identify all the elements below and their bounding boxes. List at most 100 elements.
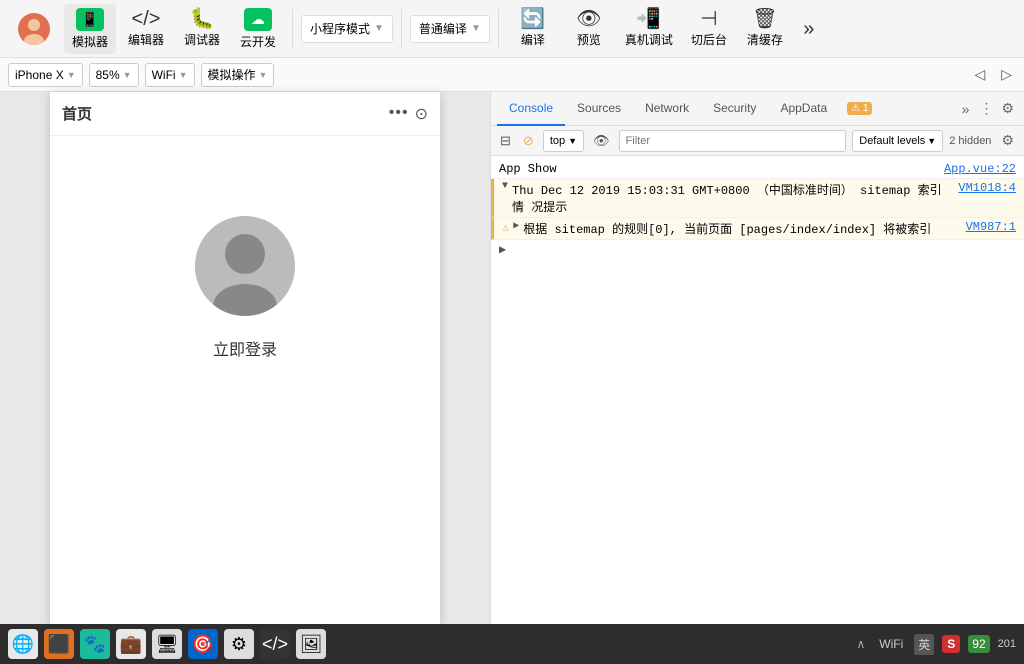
phone-dots-icon[interactable]: •••	[389, 104, 409, 124]
cut-backend-button[interactable]: ⊣ 切后台	[683, 4, 735, 54]
taskbar-arrow-icon[interactable]: ∧	[853, 635, 868, 653]
taskbar-idea[interactable]: 💼	[116, 629, 146, 659]
taskbar-code[interactable]: </>	[260, 629, 290, 659]
taskbar-wifi-icon[interactable]: WiFi	[876, 635, 906, 653]
context-select[interactable]: top ▼	[543, 130, 584, 152]
separator-1	[292, 9, 293, 49]
debug-button[interactable]: 🐛 调试器	[176, 4, 228, 54]
cloud-icon: ☁	[244, 8, 272, 31]
operation-select[interactable]: 模拟操作 ▼	[201, 63, 275, 87]
separator-2	[401, 9, 402, 49]
top-toolbar: 📱 模拟器 </> 编辑器 🐛 调试器 ☁ 云开发 小程序模式 ▼ 普通编译 ▼…	[0, 0, 1024, 58]
console-source-3[interactable]: VM987:1	[966, 220, 1016, 234]
console-eye-icon[interactable]: 👁	[590, 131, 613, 151]
cursor-prompt: ▶	[499, 242, 506, 257]
level-select[interactable]: Default levels ▼	[852, 130, 943, 152]
phone-content: 立即登录	[50, 136, 440, 360]
phone-header: 首页 ••• ⊙	[50, 92, 440, 136]
compile-btn-label: 编译	[521, 31, 545, 48]
taskbar-image[interactable]: 🖼	[296, 629, 326, 659]
level-arrow: ▼	[927, 136, 936, 146]
separator-3	[498, 9, 499, 49]
taskbar-right: ∧ WiFi 英 S 92 201	[853, 634, 1016, 655]
compile-dropdown[interactable]: 普通编译 ▼	[410, 15, 490, 43]
settings-icon[interactable]: ⚙	[997, 98, 1018, 119]
zoom-dropdown-arrow: ▼	[123, 70, 132, 80]
preview-btn-label: 预览	[577, 31, 601, 48]
tab-more-button[interactable]: »	[956, 101, 976, 117]
phone-page-title: 首页	[62, 103, 92, 124]
network-label: WiFi	[152, 68, 176, 82]
preview-button[interactable]: 👁 预览	[563, 4, 615, 54]
expand-arrow-2[interactable]: ▶	[513, 220, 519, 232]
context-value: top	[550, 135, 565, 147]
taskbar-settings[interactable]: ⚙	[224, 629, 254, 659]
console-source-1[interactable]: App.vue:22	[944, 162, 1016, 176]
cut-backend-icon: ⊣	[700, 9, 717, 29]
warn-badge: ⚠ 1	[847, 102, 872, 115]
console-source-2[interactable]: VM1018:4	[958, 181, 1016, 195]
compile-button[interactable]: 🔄 编译	[507, 4, 559, 54]
tab-appdata[interactable]: AppData	[768, 92, 839, 126]
console-row: ▼ Thu Dec 12 2019 15:03:31 GMT+0800 （中国标…	[491, 179, 1024, 218]
device-label: iPhone X	[15, 68, 64, 82]
tab-network[interactable]: Network	[633, 92, 701, 126]
tab-console[interactable]: Console	[497, 92, 565, 126]
clear-cache-icon: 🗑	[752, 9, 777, 29]
taskbar-sougou-icon[interactable]: S	[942, 635, 960, 653]
simulate-icon: 📱	[76, 8, 104, 31]
real-debug-button[interactable]: 📲 真机调试	[619, 4, 679, 54]
mode-dropdown[interactable]: 小程序模式 ▼	[301, 15, 393, 43]
console-expand-icon[interactable]: ⊟	[497, 131, 514, 151]
simulate-button[interactable]: 📱 模拟器	[64, 4, 116, 54]
phone-simulator: 首页 ••• ⊙ 立即登录	[0, 92, 490, 624]
dev-tabs: Console Sources Network Security AppData…	[491, 92, 1024, 126]
avatar-button[interactable]	[8, 4, 60, 54]
login-text[interactable]: 立即登录	[213, 336, 277, 360]
toggle-left-icon[interactable]: ◁	[970, 64, 989, 85]
editor-button[interactable]: </> 编辑器	[120, 4, 172, 54]
dev-panel: Console Sources Network Security AppData…	[490, 92, 1024, 624]
device-select[interactable]: iPhone X ▼	[8, 63, 83, 87]
zoom-select[interactable]: 85% ▼	[89, 63, 139, 87]
second-toolbar: iPhone X ▼ 85% ▼ WiFi ▼ 模拟操作 ▼ ◁ ▷	[0, 58, 1024, 92]
preview-icon: 👁	[576, 9, 601, 29]
more-button[interactable]: »	[795, 4, 823, 54]
console-settings-icon[interactable]: ⚙	[997, 130, 1018, 151]
level-value: Default levels	[859, 135, 925, 147]
cloud-button[interactable]: ☁ 云开发	[232, 4, 284, 54]
tab-sources[interactable]: Sources	[565, 92, 633, 126]
filter-input[interactable]	[619, 130, 847, 152]
console-row: ⚠ ▶ 根据 sitemap 的规则[0], 当前页面 [pages/index…	[491, 218, 1024, 240]
compile-label: 普通编译	[419, 20, 467, 37]
console-row-text: Thu Dec 12 2019 15:03:31 GMT+0800 （中国标准时…	[512, 181, 950, 215]
clear-cache-button[interactable]: 🗑 清缓存	[739, 4, 791, 54]
taskbar-battery-icon[interactable]: 92	[968, 635, 989, 653]
taskbar-orange[interactable]: ⬛	[44, 629, 74, 659]
taskbar-chrome[interactable]: 🌐	[8, 629, 38, 659]
expand-arrow[interactable]: ▼	[502, 181, 508, 192]
cursor-row: ▶	[491, 240, 1024, 259]
toggle-right-icon[interactable]: ▷	[997, 64, 1016, 85]
tab-ellipsis-button[interactable]: ⋮	[975, 98, 997, 119]
more-icon: »	[803, 19, 814, 39]
phone-frame: 首页 ••• ⊙ 立即登录	[50, 92, 440, 624]
taskbar-qq[interactable]: 🐾	[80, 629, 110, 659]
compile-dropdown-arrow: ▼	[471, 23, 481, 34]
console-block-icon[interactable]: ⊘	[520, 131, 537, 151]
real-debug-label: 真机调试	[625, 31, 673, 48]
taskbar-vscode[interactable]: 🎯	[188, 629, 218, 659]
user-avatar	[18, 13, 50, 45]
device-dropdown-arrow: ▼	[67, 70, 76, 80]
taskbar-files[interactable]: 🖥	[152, 629, 182, 659]
network-select[interactable]: WiFi ▼	[145, 63, 195, 87]
cloud-label: 云开发	[240, 33, 276, 50]
compile-icon: 🔄	[520, 9, 545, 29]
tab-security[interactable]: Security	[701, 92, 768, 126]
taskbar-lang-icon[interactable]: 英	[914, 634, 934, 655]
console-content: App Show App.vue:22 ▼ Thu Dec 12 2019 15…	[491, 156, 1024, 624]
debug-icon: 🐛	[190, 9, 215, 29]
mode-dropdown-arrow: ▼	[374, 23, 384, 34]
zoom-label: 85%	[96, 68, 120, 82]
phone-circle-icon[interactable]: ⊙	[415, 104, 428, 124]
